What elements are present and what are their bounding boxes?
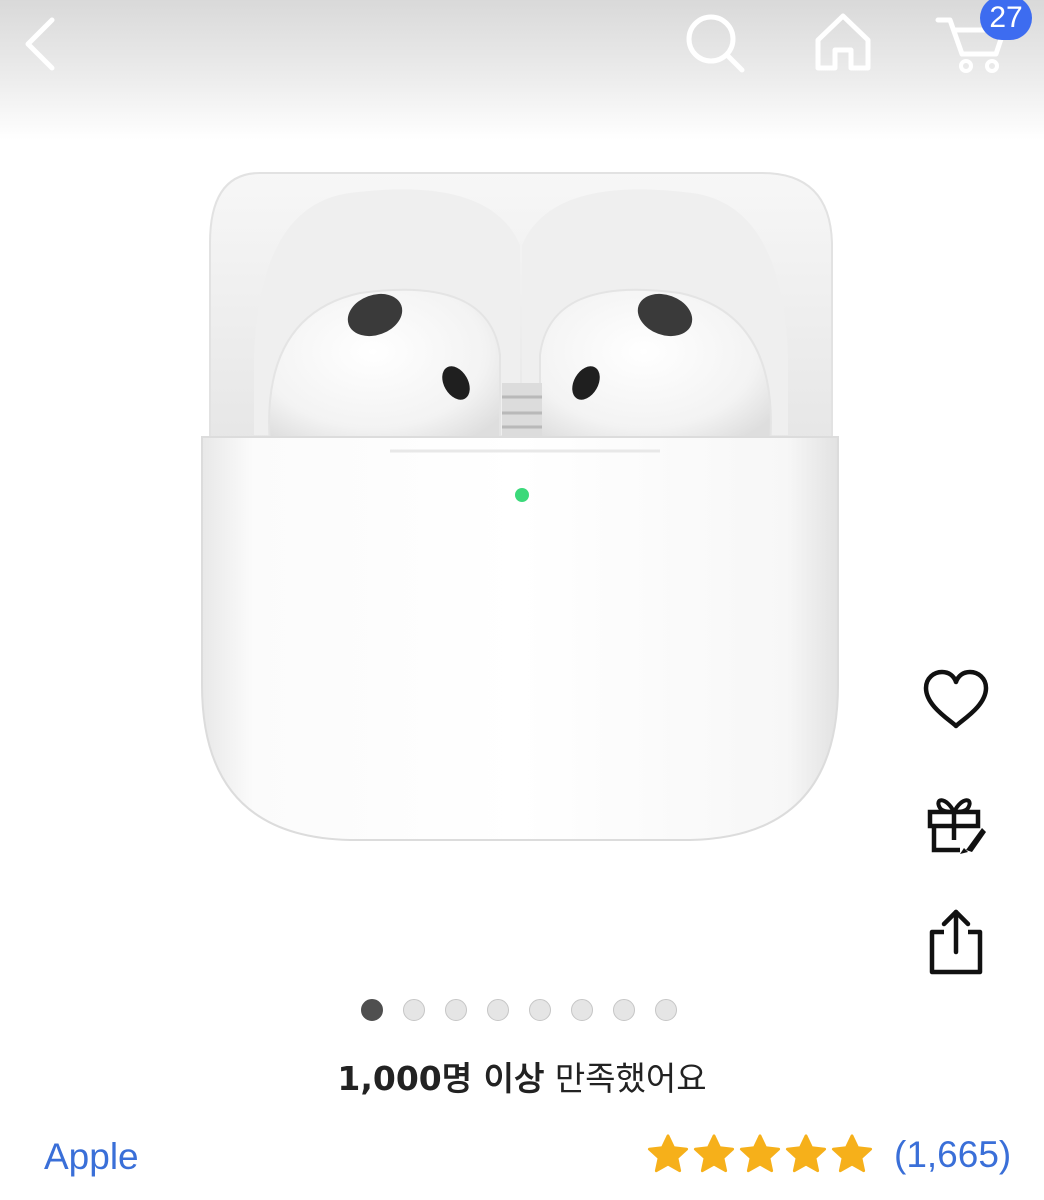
carousel-dot[interactable] [487,999,509,1021]
cart-count-badge: 27 [980,0,1032,40]
carousel-dot[interactable] [613,999,635,1021]
home-icon [815,13,871,71]
review-count-link[interactable]: (1,665) [894,1134,1011,1176]
star-icon [739,1134,781,1173]
carousel-dot[interactable] [571,999,593,1021]
search-icon [686,14,745,73]
star-icon [647,1134,689,1173]
product-detail-page: 27 1,000명 이상 만족했어요 Apple (1,665) [0,0,1044,1200]
satisfaction-message: 1,000명 이상 만족했어요 [0,1052,1044,1100]
carousel-dot[interactable] [655,999,677,1021]
star-icon [831,1134,873,1173]
heart-icon [923,669,989,729]
gift-rocket-icon [927,798,986,854]
satisfaction-text: 만족했어요 [554,1059,707,1098]
home-button[interactable] [812,10,874,76]
carousel-dot[interactable] [361,999,383,1021]
brand-link[interactable]: Apple [44,1136,139,1178]
carousel-dot[interactable] [403,999,425,1021]
product-image[interactable] [190,165,850,865]
wishlist-button[interactable] [920,664,992,736]
top-navigation-bar: 27 [0,0,1044,140]
back-button[interactable] [18,14,66,74]
gift-button[interactable] [920,788,992,860]
share-icon [929,909,983,975]
carousel-dot[interactable] [529,999,551,1021]
image-carousel-indicator [361,999,677,1023]
carousel-dot[interactable] [445,999,467,1021]
star-icon [785,1134,827,1173]
satisfaction-count: 1,000명 이상 [337,1059,545,1098]
chevron-left-icon [25,17,55,71]
search-button[interactable] [682,10,748,76]
star-rating[interactable] [646,1133,874,1177]
star-icon [693,1134,735,1173]
share-button[interactable] [920,906,992,978]
